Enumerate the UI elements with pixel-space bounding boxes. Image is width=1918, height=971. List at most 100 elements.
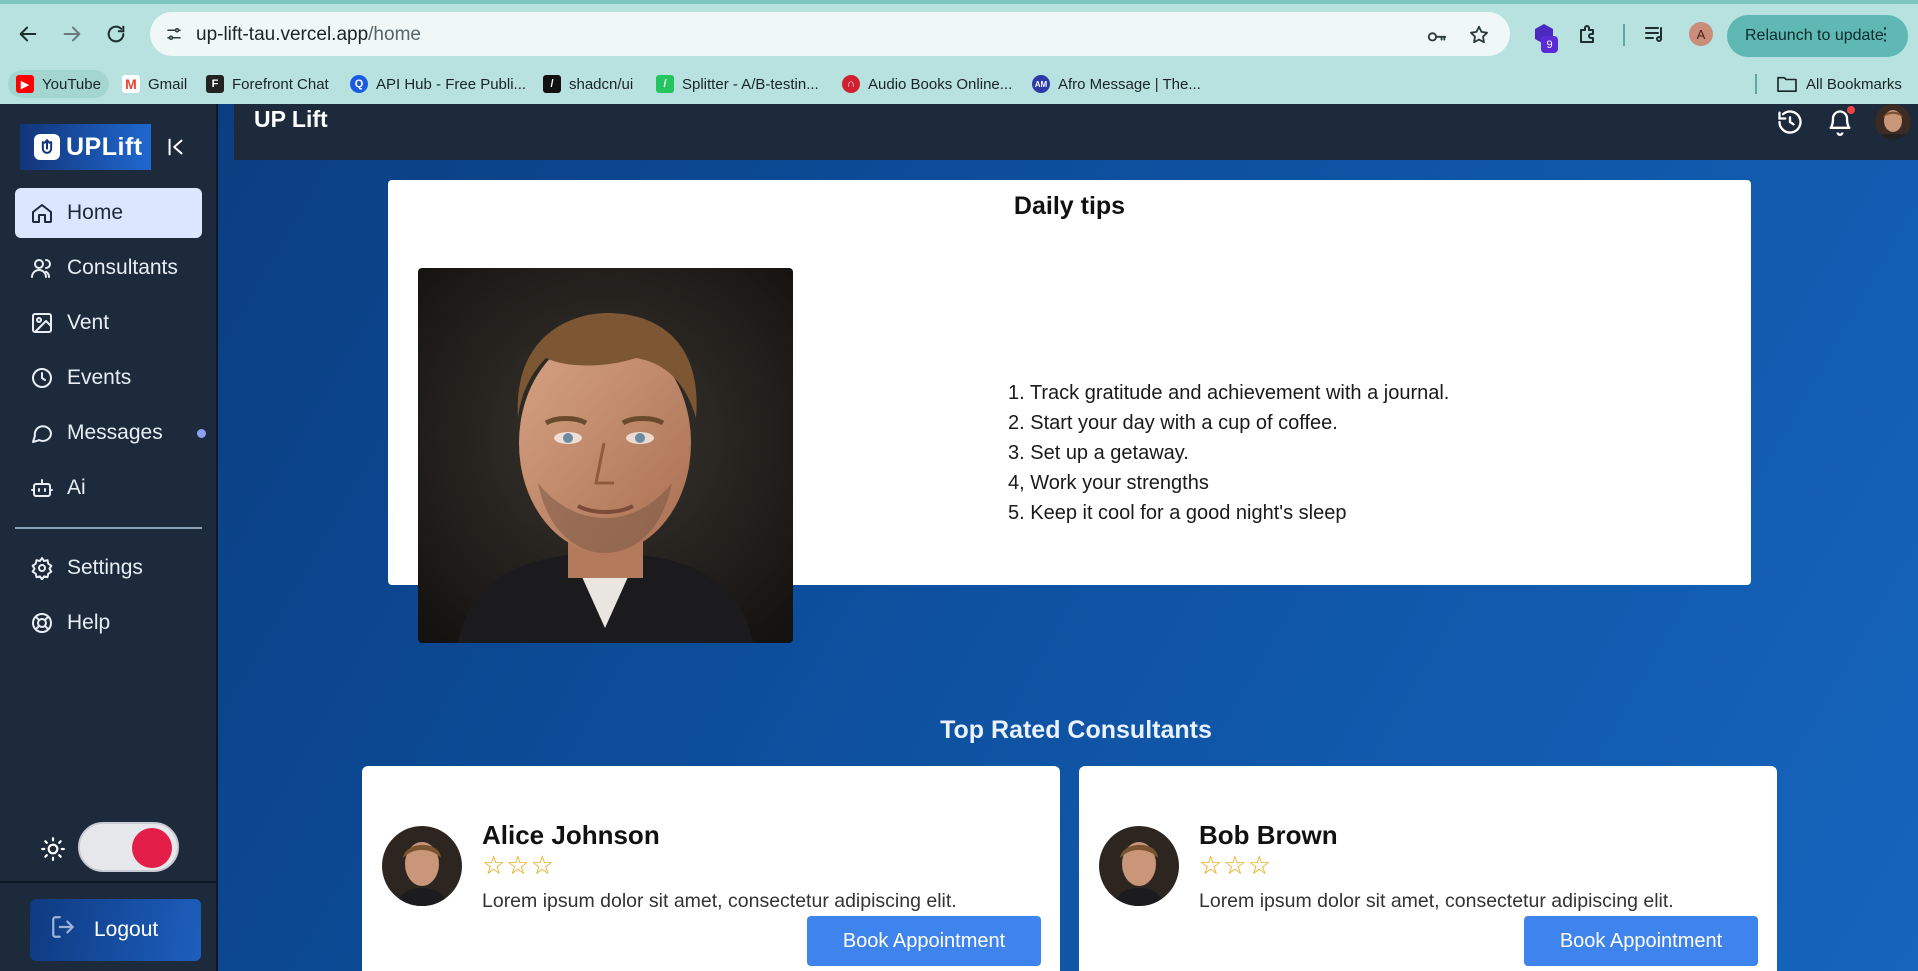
kebab-menu-icon[interactable]: ⋮ (1876, 25, 1894, 43)
image-icon (29, 310, 55, 336)
logo-text: UPLift (66, 132, 143, 161)
bookmark-label: YouTube (42, 75, 101, 93)
tip-item: 4, Work your strengths (1008, 472, 1209, 494)
toolbar-divider (1623, 24, 1625, 46)
theme-toggle-knob (132, 828, 172, 868)
back-button[interactable] (10, 16, 46, 52)
sidebar-item-label: Home (67, 201, 124, 224)
bookmark-youtube[interactable]: ▶ YouTube (8, 70, 109, 98)
sidebar-item-home[interactable]: Home (15, 188, 202, 238)
bookmark-afromessage[interactable]: AM Afro Message | The... (1028, 70, 1205, 98)
bookmark-label: Forefront Chat (232, 75, 329, 93)
reload-button[interactable] (98, 16, 134, 52)
arrow-left-icon (19, 26, 37, 42)
bookmark-forefront[interactable]: F Forefront Chat (202, 70, 333, 98)
daily-tips-photo (418, 268, 793, 643)
sidebar: UPLift Home Consultants Vent Events Mess… (0, 104, 218, 971)
youtube-favicon-icon: ▶ (16, 75, 34, 93)
app-logo[interactable]: UPLift (20, 124, 151, 170)
bookmark-label: Audio Books Online... (868, 75, 1013, 93)
sidebar-item-label: Messages (67, 421, 163, 444)
logo-mark-icon (34, 134, 60, 160)
relaunch-button[interactable]: Relaunch to update ⋮ (1727, 15, 1908, 57)
tip-item: 1. Track gratitude and achievement with … (1008, 382, 1450, 404)
logout-button[interactable]: Logout (30, 899, 201, 961)
consultant-card: Alice Johnson ☆☆☆ Lorem ipsum dolor sit … (362, 766, 1060, 971)
sidebar-item-label: Settings (67, 556, 143, 579)
extensions-puzzle-icon[interactable] (1574, 20, 1602, 48)
consultant-avatar (382, 826, 462, 906)
gear-icon (29, 555, 55, 581)
shadcn-favicon-icon: / (543, 75, 561, 93)
book-appointment-button[interactable]: Book Appointment (1524, 916, 1758, 966)
clock-icon (29, 365, 55, 391)
bot-icon (29, 475, 55, 501)
forward-button[interactable] (54, 16, 90, 52)
tip-item: 3. Set up a getaway. (1008, 442, 1189, 464)
media-queue-icon[interactable] (1641, 20, 1669, 48)
daily-tips-title: Daily tips (1013, 192, 1126, 220)
bookmark-label: Splitter - A/B-testin... (682, 75, 819, 93)
user-avatar[interactable] (1875, 104, 1911, 140)
folder-icon (1777, 76, 1797, 93)
users-icon (29, 255, 55, 281)
consultant-card: Bob Brown ☆☆☆ Lorem ipsum dolor sit amet… (1079, 766, 1777, 971)
logout-label: Logout (94, 918, 159, 941)
top-bar: UP Lift (234, 104, 1918, 160)
url-text: up-lift-tau.vercel.app/home (196, 24, 421, 46)
apihub-favicon-icon: Q (350, 75, 368, 93)
consultant-avatar (1099, 826, 1179, 906)
bookmark-gmail[interactable]: M Gmail (118, 70, 191, 98)
bookmark-label: API Hub - Free Publi... (376, 75, 527, 93)
reload-icon (107, 25, 125, 43)
all-bookmarks-label: All Bookmarks (1806, 75, 1902, 93)
bookmark-label: Gmail (148, 75, 188, 93)
audiobooks-favicon-icon: ∩ (842, 75, 860, 93)
relaunch-label: Relaunch to update (1745, 27, 1884, 44)
key-icon[interactable] (1424, 22, 1450, 48)
theme-toggle[interactable] (78, 822, 179, 872)
afromessage-favicon-icon: AM (1032, 75, 1050, 93)
bookmarks-divider (1755, 74, 1757, 94)
bookmark-audiobooks[interactable]: ∩ Audio Books Online... (838, 70, 1016, 98)
consultant-bio: Lorem ipsum dolor sit amet, consectetur … (1199, 890, 1674, 912)
sidebar-item-settings[interactable]: Settings (15, 543, 202, 593)
sidebar-item-events[interactable]: Events (15, 353, 202, 403)
bookmark-label: Afro Message | The... (1058, 75, 1201, 93)
profile-avatar[interactable]: A (1689, 22, 1713, 46)
daily-tips-card: Daily tips 1. Track gratitude and achiev… (388, 180, 1751, 643)
consultant-name: Bob Brown (1199, 820, 1338, 850)
forefront-favicon-icon: F (206, 75, 224, 93)
bookmark-shadcn[interactable]: / shadcn/ui (539, 70, 637, 98)
site-info-icon[interactable] (160, 20, 188, 48)
app-viewport: UPLift Home Consultants Vent Events Mess… (0, 104, 1918, 971)
message-icon (29, 420, 55, 446)
book-appointment-button[interactable]: Book Appointment (807, 916, 1041, 966)
tip-item: 2. Start your day with a cup of coffee. (1008, 412, 1338, 434)
sidebar-item-consultants[interactable]: Consultants (15, 243, 202, 293)
consultant-bio: Lorem ipsum dolor sit amet, consectetur … (482, 890, 957, 912)
collapse-sidebar-icon[interactable] (163, 132, 189, 162)
bookmark-label: shadcn/ui (569, 75, 634, 93)
sidebar-item-help[interactable]: Help (15, 598, 202, 648)
sidebar-item-label: Help (67, 611, 111, 634)
lifebuoy-icon (29, 610, 55, 636)
bookmark-apihub[interactable]: Q API Hub - Free Publi... (346, 70, 530, 98)
address-bar[interactable]: up-lift-tau.vercel.app/home (150, 12, 1510, 56)
all-bookmarks[interactable]: All Bookmarks (1772, 70, 1906, 98)
bookmark-splitter[interactable]: / Splitter - A/B-testin... (652, 70, 823, 98)
star-bookmark-icon[interactable] (1466, 22, 1492, 48)
page-title: UP Lift (254, 106, 328, 132)
sidebar-item-vent[interactable]: Vent (15, 298, 202, 348)
unread-indicator (197, 429, 206, 438)
consultant-name: Alice Johnson (482, 820, 660, 850)
history-icon[interactable] (1774, 106, 1806, 138)
sidebar-item-messages[interactable]: Messages (15, 408, 206, 458)
sidebar-item-label: Consultants (67, 256, 178, 279)
star-rating: ☆☆☆ (1199, 850, 1272, 880)
sidebar-item-ai[interactable]: Ai (15, 463, 202, 513)
notification-dot (1847, 106, 1855, 114)
sidebar-item-label: Vent (67, 311, 110, 334)
star-rating: ☆☆☆ (482, 850, 555, 880)
home-icon (29, 200, 55, 226)
